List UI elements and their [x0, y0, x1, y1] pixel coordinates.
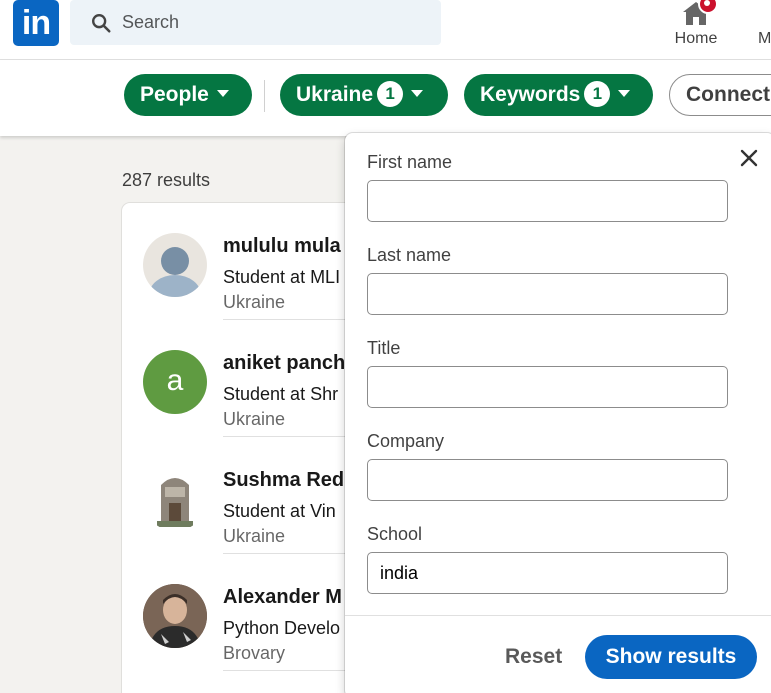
keywords-filter-label: Keywords — [480, 83, 581, 106]
result-name[interactable]: Alexander M — [223, 586, 342, 609]
avatar[interactable] — [143, 584, 207, 648]
result-location: Ukraine — [223, 409, 286, 429]
title-field[interactable] — [367, 366, 728, 408]
last-name-label: Last name — [367, 245, 452, 265]
nav-me-label[interactable]: M — [758, 30, 771, 48]
location-filter-label: Ukraine — [296, 83, 374, 106]
top-nav: in Search Home M — [0, 0, 771, 60]
search-icon — [92, 14, 111, 33]
avatar[interactable] — [143, 233, 207, 297]
result-name[interactable]: mululu mula — [223, 235, 341, 258]
avatar[interactable]: a — [143, 350, 207, 414]
result-location: Brovary — [223, 643, 286, 663]
result-name[interactable]: aniket panch — [223, 352, 345, 375]
home-label: Home — [674, 30, 718, 47]
result-headline: Python Develo — [223, 618, 341, 638]
caret-down-icon — [216, 90, 229, 97]
result-name[interactable]: Sushma Red — [223, 469, 344, 492]
results-count: 287 results — [122, 170, 211, 190]
notification-badge — [698, 0, 718, 14]
title-label: Title — [367, 338, 401, 358]
building-photo-icon — [157, 473, 193, 529]
silhouette-icon — [149, 247, 201, 297]
keywords-filter-button[interactable]: Keywords 1 — [464, 74, 653, 116]
last-name-field[interactable] — [367, 273, 728, 315]
result-location: Ukraine — [223, 526, 286, 546]
close-icon[interactable] — [738, 147, 760, 169]
school-field[interactable] — [367, 552, 728, 594]
nav-home[interactable]: Home — [668, 0, 724, 58]
reset-button[interactable]: Reset — [505, 645, 562, 669]
result-headline: Student at Shr — [223, 384, 339, 404]
keywords-filter-panel: First name Last name Title Company Schoo… — [345, 133, 771, 693]
panel-footer-divider — [345, 615, 771, 616]
search-placeholder: Search — [122, 12, 180, 32]
first-name-label: First name — [367, 152, 453, 172]
company-label: Company — [367, 431, 445, 451]
person-photo-icon — [143, 584, 207, 648]
people-filter-button[interactable]: People — [124, 74, 252, 116]
show-results-button[interactable]: Show results — [585, 635, 757, 679]
location-count-badge: 1 — [377, 81, 404, 107]
search-filter-bar: People Ukraine 1 Keywords 1 Connect — [0, 60, 771, 136]
connections-filter-button[interactable]: Connect — [669, 74, 771, 116]
avatar[interactable] — [143, 467, 207, 531]
people-filter-label: People — [140, 83, 209, 106]
result-headline: Student at Vin — [223, 501, 336, 521]
first-name-field[interactable] — [367, 180, 728, 222]
filter-divider — [264, 80, 265, 112]
company-field[interactable] — [367, 459, 728, 501]
school-label: School — [367, 524, 423, 544]
result-location: Ukraine — [223, 292, 286, 312]
caret-down-icon — [618, 90, 631, 97]
linkedin-logo[interactable]: in — [13, 0, 59, 46]
result-headline: Student at MLI — [223, 267, 341, 287]
caret-down-icon — [411, 90, 424, 97]
keywords-count-badge: 1 — [584, 81, 611, 107]
search-bar[interactable]: Search — [70, 0, 441, 45]
location-filter-button[interactable]: Ukraine 1 — [280, 74, 448, 116]
